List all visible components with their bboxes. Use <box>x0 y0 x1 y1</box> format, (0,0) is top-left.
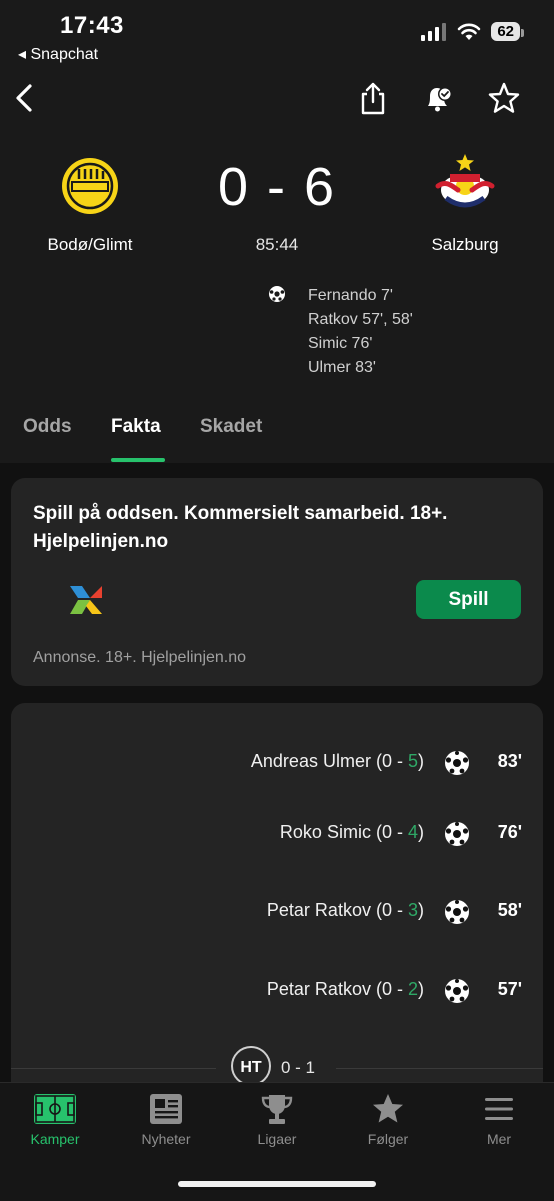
goal-event-row: Petar Ratkov (0 - 3) 58' <box>0 892 554 932</box>
goal-event-text: Petar Ratkov (0 - 3) <box>266 900 424 920</box>
pitch-icon <box>34 1094 76 1124</box>
status-time: 17:43 <box>60 12 124 39</box>
status-icons: 62 <box>421 22 524 41</box>
bookmaker-logo-icon <box>70 586 102 614</box>
goal-event-row: Roko Simic (0 - 4) 76' <box>0 814 554 854</box>
star-icon <box>373 1094 403 1123</box>
halftime-score: 0 - 1 <box>281 1058 316 1077</box>
goal-minute: 76' <box>497 822 522 842</box>
active-tab-indicator <box>111 458 165 462</box>
back-icon[interactable] <box>8 80 44 116</box>
back-to-app-link[interactable]: ◂ Snapchat <box>18 44 98 64</box>
halftime-divider-left <box>11 1068 216 1069</box>
goal-event-row: Petar Ratkov (0 - 2) 57' <box>0 971 554 1011</box>
tab-odds[interactable]: Odds <box>23 416 72 438</box>
tab-skadet[interactable]: Skadet <box>200 416 262 438</box>
nav-label: Nyheter <box>141 1131 191 1147</box>
home-indicator[interactable] <box>178 1181 376 1187</box>
football-icon <box>445 822 469 846</box>
nav-label: Ligaer <box>257 1131 297 1147</box>
nav-folger[interactable]: Følger <box>333 1093 443 1147</box>
football-icon <box>445 979 469 1003</box>
ad-title: Spill på oddsen. Kommersielt samarbeid. … <box>33 503 448 552</box>
goal-scorer: Simic 76' <box>308 335 373 352</box>
goal-scorer: Ratkov 57', 58' <box>308 311 413 328</box>
play-odds-button[interactable]: Spill <box>416 580 521 619</box>
goal-event-text: Roko Simic (0 - 4) <box>279 822 424 842</box>
home-team-name[interactable]: Bodø/Glimt <box>30 235 150 255</box>
battery-indicator: 62 <box>491 22 524 41</box>
away-team-logo[interactable] <box>432 152 498 214</box>
trophy-icon <box>261 1095 293 1124</box>
halftime-badge: HT <box>231 1046 271 1086</box>
menu-icon <box>485 1098 513 1120</box>
wifi-icon <box>458 23 481 40</box>
home-team-logo[interactable] <box>59 155 121 217</box>
tab-fakta[interactable]: Fakta <box>111 416 161 438</box>
share-icon[interactable] <box>355 80 391 116</box>
football-icon <box>445 900 469 924</box>
football-icon <box>445 751 469 775</box>
goal-scorers-list: Fernando 7' Ratkov 57', 58' Simic 76' Ul… <box>308 284 413 380</box>
away-team-name[interactable]: Salzburg <box>405 235 525 255</box>
nav-label: Kamper <box>30 1131 80 1147</box>
goal-event-text: Andreas Ulmer (0 - 5) <box>250 751 424 771</box>
goal-scorer: Ulmer 83' <box>308 359 376 376</box>
goal-scorer: Fernando 7' <box>308 287 393 304</box>
nav-label: Mer <box>486 1131 512 1147</box>
nav-mer[interactable]: Mer <box>444 1093 554 1147</box>
goal-minute: 58' <box>497 900 522 920</box>
match-clock: 85:44 <box>255 235 299 254</box>
favorite-star-icon[interactable] <box>486 80 522 116</box>
goal-minute: 83' <box>497 751 522 771</box>
halftime-divider-right <box>336 1068 543 1069</box>
goal-event-row: Andreas Ulmer (0 - 5) 83' <box>0 743 554 783</box>
goal-ball-icon <box>269 286 285 302</box>
goal-minute: 57' <box>497 979 522 999</box>
ad-disclaimer: Annonse. 18+. Hjelpelinjen.no <box>33 649 247 666</box>
nav-label: Følger <box>367 1131 409 1147</box>
goal-event-text: Petar Ratkov (0 - 2) <box>266 979 424 999</box>
newspaper-icon <box>150 1094 182 1124</box>
notification-bell-icon[interactable] <box>420 80 456 116</box>
signal-icon <box>421 22 447 41</box>
nav-kamper[interactable]: Kamper <box>0 1093 110 1147</box>
match-score: 0 - 6 <box>217 157 337 217</box>
nav-nyheter[interactable]: Nyheter <box>111 1093 221 1147</box>
nav-ligaer[interactable]: Ligaer <box>222 1093 332 1147</box>
